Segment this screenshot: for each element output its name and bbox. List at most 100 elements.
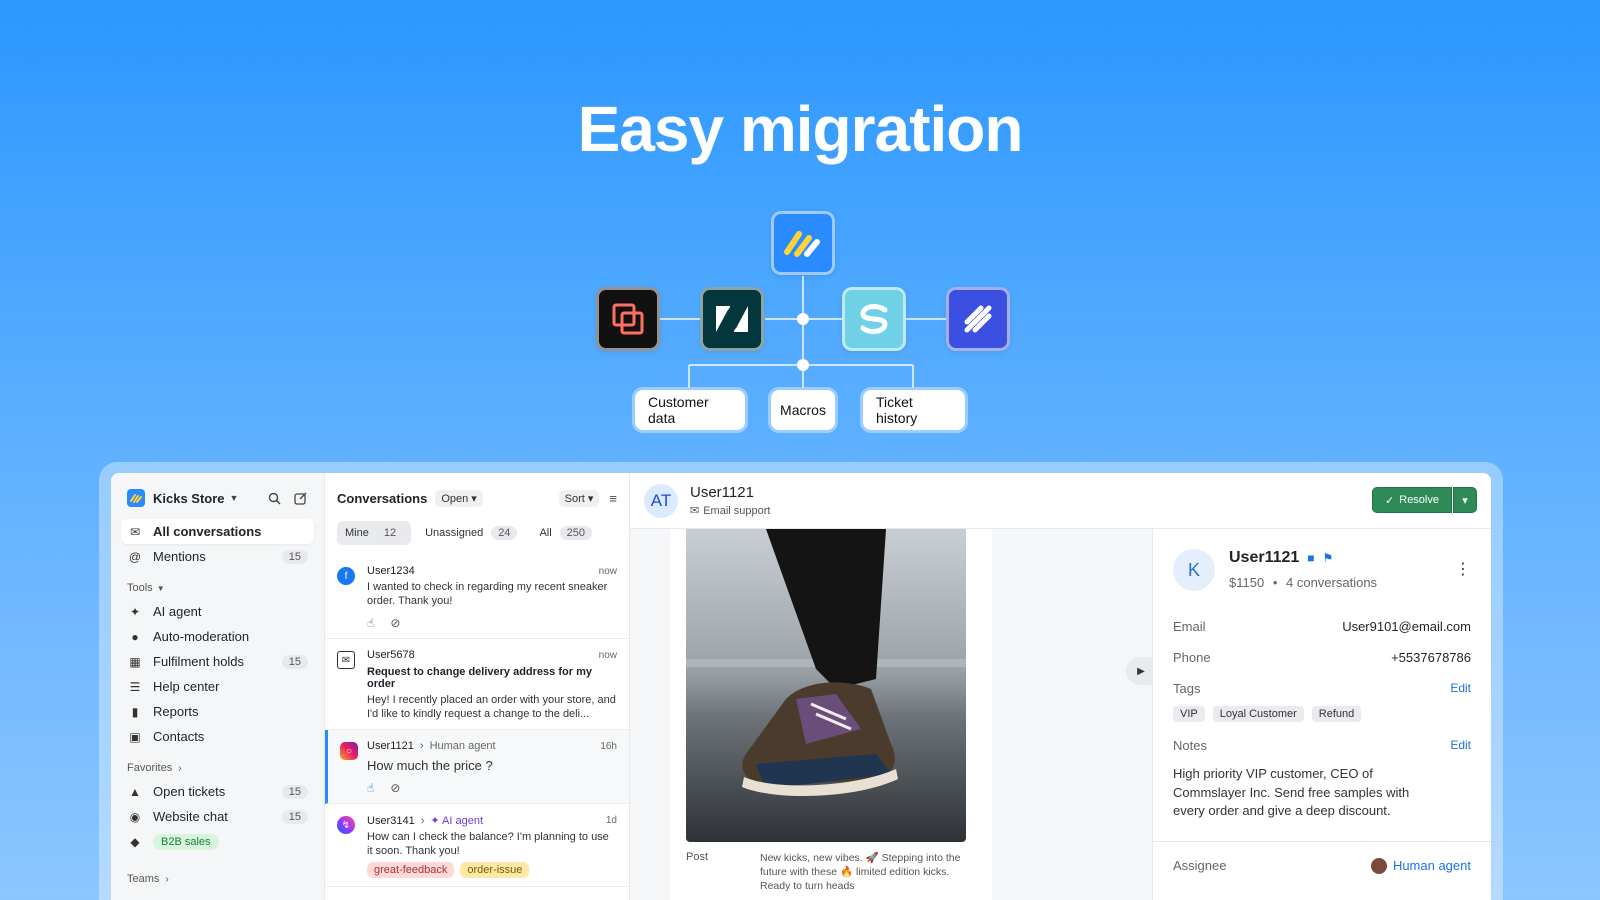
status-value: Open — [441, 492, 469, 505]
resolve-options-button[interactable]: ▾ — [1453, 487, 1477, 513]
sidebar-item-all-conversations[interactable]: ✉ All conversations — [121, 519, 314, 544]
gorgias-logo-icon — [860, 304, 888, 334]
list-item[interactable]: f User1234 now I wanted to check in rega… — [325, 555, 629, 639]
tag-loyal-customer: Loyal Customer — [1212, 706, 1304, 722]
thumbs-up-icon[interactable]: ☝ — [367, 781, 374, 795]
app-window: Kicks Store ▼ ✉ All conversations @ Ment… — [111, 473, 1491, 900]
hide-icon[interactable]: ⊘ — [390, 781, 400, 795]
profile-spent: $1150 — [1229, 575, 1265, 590]
status-dropdown[interactable]: Open ▾ — [435, 489, 483, 507]
tab-mine[interactable]: Mine 12 — [337, 521, 412, 545]
phone-value: +5537678786 — [1391, 650, 1471, 665]
avatar: AT — [644, 483, 678, 518]
migration-diagram: Customer data Macros Ticket history — [0, 0, 1600, 440]
chat-header: AT User1121 ✉ Email support ✓ Resolve ▾ — [630, 473, 1491, 529]
teams-section-header[interactable]: Teams › — [121, 868, 314, 890]
conv-preview: How can I check the balance? I'm plannin… — [367, 831, 609, 857]
chevron-down-icon: ▼ — [156, 583, 165, 593]
edit-tags-link[interactable]: Edit — [1450, 681, 1471, 696]
profile-tags: VIP Loyal Customer Refund — [1173, 706, 1471, 722]
resolve-group: ✓ Resolve ▾ — [1372, 487, 1477, 513]
facebook-icon: f — [337, 567, 355, 585]
sidebar-item-website-chat[interactable]: ◉ Website chat 15 — [121, 804, 314, 829]
tab-count: 250 — [559, 526, 593, 540]
conv-time: 1d — [605, 815, 617, 826]
chevron-down-icon: ▾ — [1462, 494, 1468, 507]
list-item[interactable]: ○ User1121 › Human agent 16h How much th… — [325, 730, 629, 804]
compose-icon[interactable] — [292, 490, 308, 506]
sort-dropdown[interactable]: Sort ▾ — [558, 489, 600, 507]
avatar: K — [1173, 549, 1215, 591]
tag-icon: ◆ — [130, 834, 140, 849]
filter-icon[interactable]: ≡ — [609, 491, 617, 506]
sidebar-item-mentions[interactable]: @ Mentions 15 — [121, 544, 314, 569]
mentions-count: 15 — [281, 549, 308, 564]
ai-agent-label: AI agent — [442, 815, 484, 827]
chat-user-name: User1121 — [690, 484, 754, 501]
list-item[interactable]: ↯ User3141 › ✦ AI agent 1d How can I che… — [325, 804, 629, 887]
resolve-label: Resolve — [1399, 494, 1439, 506]
conv-preview: Hey! I recently placed an order with you… — [367, 694, 616, 720]
website-chat-count: 15 — [281, 809, 308, 824]
search-icon[interactable] — [266, 490, 282, 506]
more-options-icon[interactable]: ⋮ — [1455, 559, 1471, 579]
tag-refund: Refund — [1311, 706, 1362, 722]
edit-notes-link[interactable]: Edit — [1450, 738, 1471, 753]
sidebar-item-auto-moderation[interactable]: ● Auto-moderation — [121, 624, 314, 649]
helpscout-logo-icon — [964, 305, 992, 333]
hide-icon[interactable]: ⊘ — [390, 616, 400, 630]
tools-section-header[interactable]: Tools ▼ — [121, 577, 314, 599]
conv-user: User3141 — [367, 814, 415, 827]
sidebar-item-help-center[interactable]: ☰ Help center — [121, 674, 314, 699]
store-logo-icon — [127, 489, 145, 507]
email-value: User9101@email.com — [1342, 619, 1471, 634]
sidebar-item-open-tickets[interactable]: ▲ Open tickets 15 — [121, 779, 314, 804]
resolve-button[interactable]: ✓ Resolve — [1372, 487, 1452, 513]
chevron-right-icon: › — [165, 873, 169, 885]
chevron-down-icon: ▼ — [229, 493, 239, 503]
sidebar-item-label: Open tickets — [153, 784, 226, 799]
thumbs-up-icon[interactable]: ☝ — [367, 616, 374, 630]
sidebar-item-ai-agent[interactable]: ✦ AI agent — [121, 599, 314, 624]
message-thread: Post New kicks, new vibes. 🚀 Stepping in… — [630, 529, 1156, 900]
robot-icon: ● — [131, 629, 139, 644]
avatar — [1370, 857, 1387, 874]
conv-subject: Request to change delivery address for m… — [367, 666, 592, 690]
store-name: Kicks Store — [153, 490, 225, 506]
sidebar-item-contacts[interactable]: ▣ Contacts — [121, 724, 314, 749]
sidebar-item-fulfilment-holds[interactable]: ▦ Fulfilment holds 15 — [121, 649, 314, 674]
chevron-right-icon: › — [420, 814, 425, 827]
conversation-list: Conversations Open ▾ Sort ▾ ≡ Mine 12 Un… — [325, 473, 630, 900]
pill-customer-data: Customer data — [635, 390, 745, 430]
commslayer-logo-icon — [784, 231, 820, 257]
sidebar-item-reports[interactable]: ▮ Reports — [121, 699, 314, 724]
at-icon: @ — [128, 549, 142, 564]
post-caption: New kicks, new vibes. 🚀 Stepping into th… — [760, 852, 961, 892]
gorgias-tile — [842, 287, 906, 351]
favorites-section-header[interactable]: Favorites › — [121, 757, 314, 779]
assignee-name: Human agent — [1392, 858, 1471, 873]
sidebar-item-label: All conversations — [153, 524, 262, 539]
store-switcher[interactable]: Kicks Store ▼ — [121, 485, 314, 511]
chevron-right-icon: › — [178, 762, 182, 774]
sidebar: Kicks Store ▼ ✉ All conversations @ Ment… — [111, 473, 325, 900]
conv-user: User5678 — [367, 649, 415, 661]
sidebar-item-b2b-sales[interactable]: ◆ B2B sales — [121, 829, 314, 854]
assignee-value[interactable]: Human agent — [1370, 857, 1471, 874]
email-icon: ✉ — [337, 651, 355, 669]
sidebar-item-label: Mentions — [153, 549, 206, 564]
hat-icon: ▲ — [129, 784, 141, 799]
zendesk-logo-icon — [716, 306, 748, 332]
profile-notes: High priority VIP customer, CEO of Comms… — [1173, 766, 1410, 818]
list-item[interactable]: ✉ User5678 now Request to change deliver… — [325, 639, 629, 730]
conversations-title: Conversations — [337, 490, 428, 506]
shopify-bag-icon: ■ — [1307, 551, 1315, 565]
tab-unassigned[interactable]: Unassigned 24 — [417, 521, 525, 545]
tab-all[interactable]: All 250 — [531, 521, 600, 545]
conv-preview: How much the price ? — [367, 758, 493, 773]
conv-user: User1121 — [367, 740, 414, 752]
email-label: Email — [1173, 619, 1206, 634]
conv-time: now — [598, 565, 617, 577]
conv-user: User1234 — [367, 565, 415, 577]
conv-time: 16h — [600, 740, 617, 752]
